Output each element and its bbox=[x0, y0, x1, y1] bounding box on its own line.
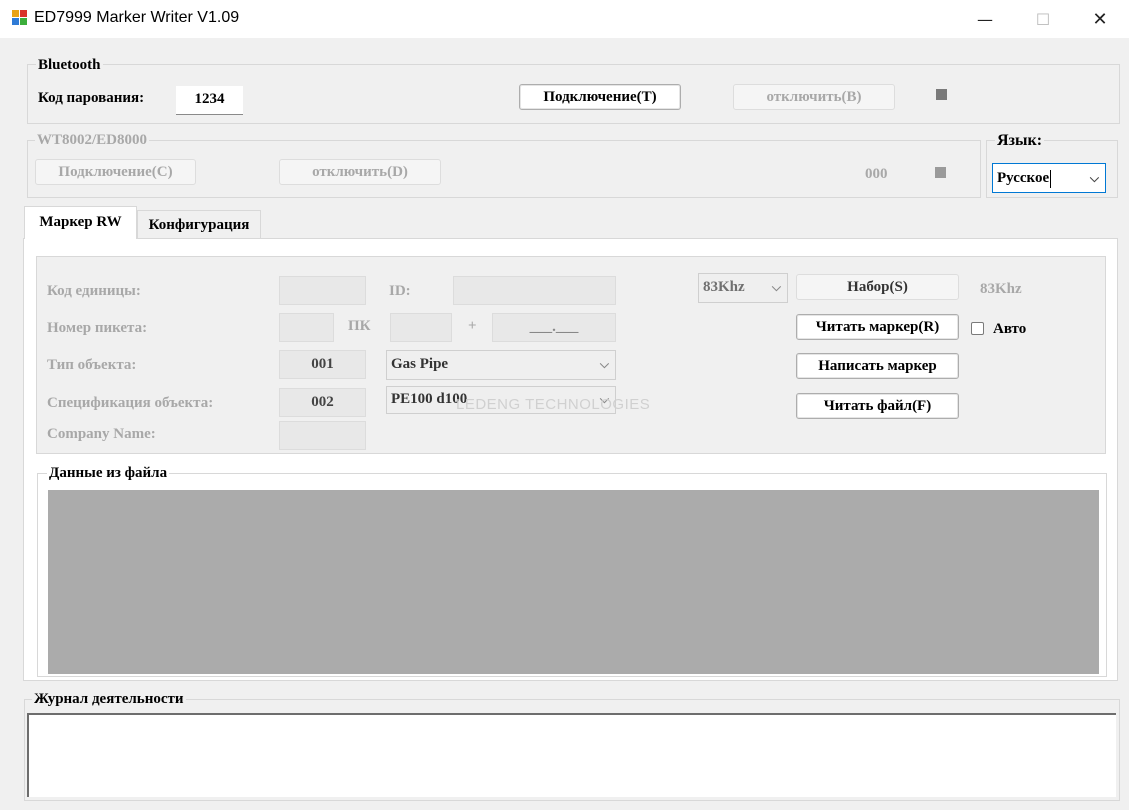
bluetooth-group-label: Bluetooth bbox=[36, 57, 103, 74]
window-title: ED7999 Marker Writer V1.09 bbox=[34, 9, 240, 26]
file-data-label: Данные из файла bbox=[47, 465, 170, 482]
language-select[interactable]: Русское ⌵ bbox=[992, 163, 1106, 193]
wt-connect-button[interactable]: Подключение(C) bbox=[35, 159, 196, 185]
chevron-down-icon: ⌵ bbox=[1089, 171, 1099, 185]
pk-label: ПК bbox=[348, 318, 371, 334]
close-button[interactable]: ✕ bbox=[1071, 0, 1129, 38]
pairing-code-label: Код парования: bbox=[38, 90, 145, 106]
set-button[interactable]: Набор(S) bbox=[796, 274, 959, 300]
activity-log-label: Журнал деятельности bbox=[32, 691, 186, 708]
read-file-button[interactable]: Читать файл(F) bbox=[796, 393, 959, 419]
pairing-code-input[interactable]: 1234 bbox=[176, 86, 243, 115]
bluetooth-status-indicator bbox=[936, 89, 947, 100]
chevron-down-icon: ⌵ bbox=[771, 280, 781, 294]
chevron-down-icon: ⌵ bbox=[599, 357, 609, 371]
language-select-value: Русское bbox=[997, 170, 1050, 186]
wt-counter: 000 bbox=[865, 166, 888, 182]
object-type-select-value: Gas Pipe bbox=[391, 356, 449, 372]
object-type-select[interactable]: Gas Pipe ⌵ bbox=[386, 350, 616, 380]
watermark: LEDENG TECHNOLOGIES bbox=[456, 396, 651, 413]
plus-label: + bbox=[468, 318, 477, 334]
write-marker-button[interactable]: Написать маркер bbox=[796, 353, 959, 379]
company-name-input[interactable] bbox=[279, 421, 366, 450]
frequency-display: 83Khz bbox=[980, 281, 1022, 297]
wt-disconnect-button[interactable]: отключить(D) bbox=[279, 159, 441, 185]
object-spec-label: Спецификация объекта: bbox=[47, 395, 214, 411]
unit-code-label: Код единицы: bbox=[47, 283, 141, 299]
wt-status-indicator bbox=[935, 167, 946, 178]
picket-number-label: Номер пикета: bbox=[47, 320, 148, 336]
pk-input[interactable] bbox=[390, 313, 452, 342]
maximize-button[interactable]: ☐ bbox=[1014, 0, 1072, 38]
minimize-button[interactable]: — bbox=[956, 0, 1014, 38]
object-spec-code-input[interactable]: 002 bbox=[279, 388, 366, 417]
read-marker-button[interactable]: Читать маркер(R) bbox=[796, 314, 959, 340]
unit-code-input[interactable] bbox=[279, 276, 366, 305]
tab-configuration[interactable]: Конфигурация bbox=[137, 210, 261, 239]
tab-marker-rw[interactable]: Маркер RW bbox=[24, 206, 137, 239]
frequency-select[interactable]: 83Khz ⌵ bbox=[698, 273, 788, 303]
auto-label: Авто bbox=[993, 321, 1027, 337]
activity-log-textarea[interactable] bbox=[27, 713, 1116, 797]
picket-offset-input[interactable]: ___.___ bbox=[492, 313, 616, 342]
picket-input[interactable] bbox=[279, 313, 334, 342]
bluetooth-connect-button[interactable]: Подключение(T) bbox=[519, 84, 681, 110]
auto-checkbox[interactable] bbox=[971, 322, 984, 335]
wt-group-label: WT8002/ED8000 bbox=[35, 132, 150, 149]
app-icon bbox=[12, 10, 28, 26]
bluetooth-disconnect-button[interactable]: отключить(B) bbox=[733, 84, 895, 110]
file-data-area[interactable] bbox=[48, 490, 1099, 674]
frequency-select-value: 83Khz bbox=[703, 279, 745, 295]
company-name-label: Company Name: bbox=[47, 426, 156, 442]
object-type-label: Тип объекта: bbox=[47, 357, 137, 373]
object-type-code-input[interactable]: 001 bbox=[279, 350, 366, 379]
id-input[interactable] bbox=[453, 276, 616, 305]
language-label: Язык: bbox=[995, 132, 1045, 150]
id-label: ID: bbox=[389, 283, 411, 299]
